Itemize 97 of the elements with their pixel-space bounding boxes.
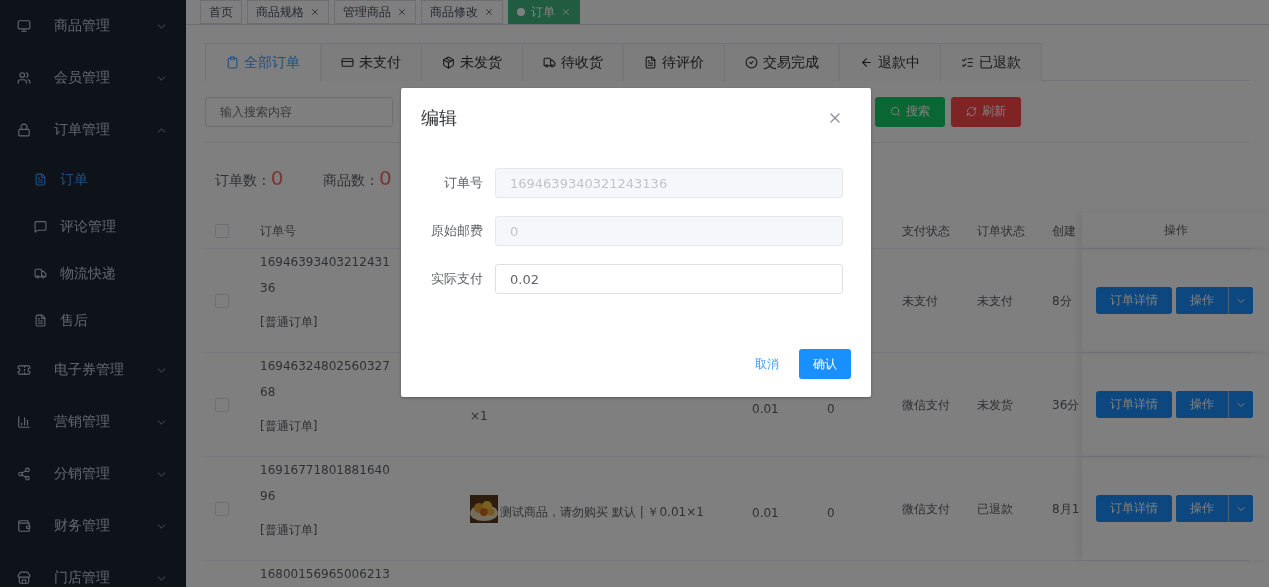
detail-button[interactable]: 订单详情 xyxy=(1096,287,1172,314)
table-cell: 0.01 xyxy=(752,401,779,416)
close-icon[interactable] xyxy=(561,7,571,17)
sidebar-item[interactable]: 门店管理 xyxy=(0,552,186,587)
table-cell: 未支付 xyxy=(902,293,938,308)
sidebar-subitem[interactable]: 评论管理 xyxy=(0,203,186,250)
column-header: 支付状态 xyxy=(902,223,950,238)
order-tab[interactable]: 全部订单 xyxy=(205,43,321,81)
order-tab[interactable]: 退款中 xyxy=(839,43,941,81)
count-label: 商品数 : 0 xyxy=(323,166,392,190)
menu-icon xyxy=(17,123,31,137)
menu-icon xyxy=(17,467,31,481)
count-label: 订单数 : 0 xyxy=(215,166,284,190)
action-dropdown[interactable]: 操作 xyxy=(1176,287,1253,314)
refresh-button[interactable]: 刷新 xyxy=(951,96,1021,127)
table-cell: 36分 xyxy=(1052,397,1080,412)
goods-text: ×1 xyxy=(470,407,488,425)
table-cell: 8分 xyxy=(1052,293,1072,308)
action-dropdown[interactable]: 操作 xyxy=(1176,495,1253,522)
cancel-button[interactable]: 取消 xyxy=(749,354,785,374)
page-tag[interactable]: 商品修改 xyxy=(421,0,503,24)
table-cell: 0.01 xyxy=(752,505,779,520)
tab-icon xyxy=(226,56,239,69)
search-field[interactable]: 输入搜索内容 xyxy=(205,96,393,127)
column-header: 创建 xyxy=(1052,223,1076,238)
tab-icon xyxy=(860,56,873,69)
menu-icon xyxy=(17,71,31,85)
confirm-button[interactable]: 确认 xyxy=(799,349,851,379)
tab-icon xyxy=(341,56,354,69)
search-button[interactable]: 搜索 xyxy=(875,96,945,127)
order-number: 1694632480256032768 xyxy=(260,358,390,401)
field-label: 原始邮费 xyxy=(430,222,483,240)
sidebar-subitem[interactable]: 订单 xyxy=(0,156,186,203)
order-number: 16800156965006213 xyxy=(260,566,390,583)
sidebar-subitem[interactable]: 物流快递 xyxy=(0,250,186,297)
field-label: 订单号 xyxy=(443,174,483,192)
menu-icon xyxy=(34,267,47,280)
order-number: 1691677180188164096 xyxy=(260,462,390,505)
table-cell: 0 xyxy=(827,505,835,520)
table-cell: 微信支付 xyxy=(902,501,950,516)
table-cell: 未支付 xyxy=(977,293,1013,308)
goods-text: 测试商品，请勿购买 默认 | ￥0.01×1 xyxy=(500,503,704,521)
menu-icon xyxy=(17,363,31,377)
tab-icon xyxy=(961,56,974,69)
table-cell: 未发货 xyxy=(977,397,1013,412)
table-cell: 已退款 xyxy=(977,501,1013,516)
sidebar-item[interactable]: 会员管理 xyxy=(0,52,186,104)
order-tab[interactable]: 未支付 xyxy=(320,43,422,81)
refresh-icon xyxy=(966,106,977,117)
menu-icon xyxy=(17,571,31,585)
menu-icon xyxy=(34,173,47,186)
sidebar-item[interactable]: 分销管理 xyxy=(0,448,186,500)
order-tab[interactable]: 待收货 xyxy=(522,43,624,81)
table-cell: 8月1 xyxy=(1052,501,1080,516)
page-tag[interactable]: 商品规格 xyxy=(247,0,329,24)
sidebar-item[interactable]: 商品管理 xyxy=(0,0,186,52)
input-field[interactable]: 0.02 xyxy=(495,264,843,294)
order-type: [普通订单] xyxy=(260,419,318,433)
order-tab[interactable]: 交易完成 xyxy=(724,43,840,81)
detail-button[interactable]: 订单详情 xyxy=(1096,391,1172,418)
action-dropdown[interactable]: 操作 xyxy=(1176,391,1253,418)
order-type: [普通订单] xyxy=(260,315,318,329)
column-header: 订单状态 xyxy=(977,223,1025,238)
tab-icon xyxy=(543,56,556,69)
order-tab[interactable]: 未发货 xyxy=(421,43,523,81)
menu-icon xyxy=(17,19,31,33)
sidebar-subitem[interactable]: 售后 xyxy=(0,297,186,344)
tab-icon xyxy=(644,56,657,69)
page-tag[interactable]: 订单 xyxy=(508,0,580,24)
close-icon[interactable] xyxy=(397,7,407,17)
order-tab[interactable]: 已退款 xyxy=(940,43,1042,81)
table-cell: 微信支付 xyxy=(902,397,950,412)
column-header: 操作 xyxy=(1082,213,1269,248)
dialog-title: 编辑 xyxy=(421,106,457,130)
detail-button[interactable]: 订单详情 xyxy=(1096,495,1172,522)
close-icon[interactable] xyxy=(310,7,320,17)
close-icon[interactable] xyxy=(484,7,494,17)
order-tab[interactable]: 待评价 xyxy=(623,43,725,81)
tab-icon xyxy=(745,56,758,69)
menu-icon xyxy=(34,220,47,233)
menu-icon xyxy=(34,314,47,327)
column-header: 订单号 xyxy=(260,223,296,238)
page-tag[interactable]: 管理商品 xyxy=(334,0,416,24)
active-dot-icon xyxy=(517,8,525,16)
tab-icon xyxy=(442,56,455,69)
order-type: [普通订单] xyxy=(260,523,318,537)
sidebar-item[interactable]: 电子券管理 xyxy=(0,344,186,396)
sidebar-item[interactable]: 营销管理 xyxy=(0,396,186,448)
field-label: 实际支付 xyxy=(430,270,483,288)
page-tag[interactable]: 首页 xyxy=(200,0,242,24)
table-cell: 0 xyxy=(827,401,835,416)
menu-icon xyxy=(17,519,31,533)
sidebar-item[interactable]: 订单管理 xyxy=(0,104,186,156)
search-icon xyxy=(890,106,901,117)
order-number: 1694639340321243136 xyxy=(260,254,390,297)
menu-icon xyxy=(17,415,31,429)
sidebar-item[interactable]: 财务管理 xyxy=(0,500,186,552)
